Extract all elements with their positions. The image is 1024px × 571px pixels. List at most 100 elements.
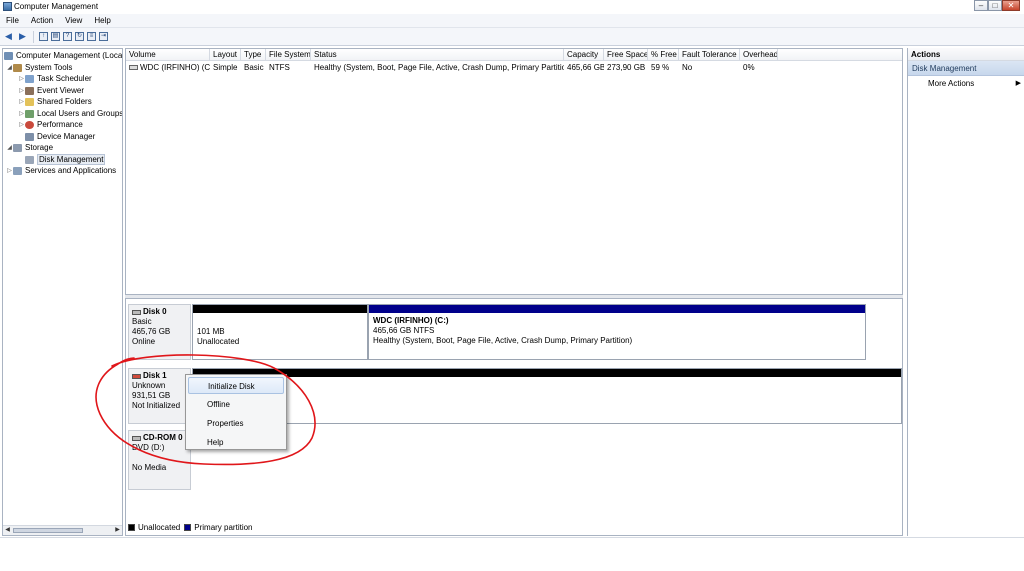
tree-label: System Tools xyxy=(25,63,73,72)
expand-icon[interactable]: ▷ xyxy=(18,121,25,128)
menu-item-help[interactable]: Help xyxy=(188,434,284,451)
tree-item-local-users[interactable]: ▷ Local Users and Groups xyxy=(18,108,122,119)
disk-0-type: Basic xyxy=(132,317,152,326)
context-menu: Initialize Disk Offline Properties Help xyxy=(185,374,287,450)
primary-bar xyxy=(369,305,865,313)
export-icon[interactable]: ⇥ xyxy=(99,32,108,41)
column-file-system[interactable]: File System xyxy=(266,49,311,61)
expand-icon[interactable]: ▷ xyxy=(18,98,25,105)
collapse-icon[interactable]: ◢ xyxy=(6,144,13,151)
forward-arrow-icon[interactable]: ▶ xyxy=(17,31,28,42)
column-free-space[interactable]: Free Space xyxy=(604,49,648,61)
cdrom-0-title: CD-ROM 0 xyxy=(132,433,187,443)
menu-action[interactable]: Action xyxy=(25,14,59,27)
toolbar-separator xyxy=(33,30,34,43)
cell-file-system: NTFS xyxy=(269,63,290,72)
menu-help[interactable]: Help xyxy=(88,14,116,27)
expand-icon[interactable]: ▷ xyxy=(18,110,25,117)
unallocated-label: Unallocated xyxy=(197,337,240,346)
cell-capacity: 465,66 GB xyxy=(567,63,604,72)
users-icon xyxy=(25,109,34,118)
disk-0-primary-partition[interactable]: WDC (IRFINHO) (C:) 465,66 GB NTFS Health… xyxy=(368,304,866,360)
help-icon[interactable]: ? xyxy=(63,32,72,41)
column-volume[interactable]: Volume xyxy=(126,49,210,61)
expand-icon[interactable]: ▷ xyxy=(6,167,13,174)
refresh-icon[interactable]: ↻ xyxy=(75,32,84,41)
tree-item-shared-folders[interactable]: ▷ Shared Folders xyxy=(18,96,92,107)
column-capacity[interactable]: Capacity xyxy=(564,49,604,61)
expand-icon[interactable]: ▷ xyxy=(18,87,25,94)
cdrom-0-type: DVD (D:) xyxy=(132,443,165,452)
cell-status: Healthy (System, Boot, Page File, Active… xyxy=(314,63,564,72)
back-arrow-icon[interactable]: ◀ xyxy=(3,31,14,42)
disk-1-info[interactable]: Disk 1 Unknown 931,51 GB Not Initialized xyxy=(128,368,191,424)
table-row[interactable]: WDC (IRFINHO) (C:) Simple Basic NTFS Hea… xyxy=(126,62,902,73)
unallocated-swatch xyxy=(128,524,135,532)
tree-item-storage[interactable]: ◢ Storage xyxy=(6,142,53,153)
partition-content: 101 MB Unallocated xyxy=(197,327,239,347)
disk-1-type: Unknown xyxy=(132,381,166,390)
tree-item-device-manager[interactable]: Device Manager xyxy=(25,131,95,142)
cell-type: Basic xyxy=(244,63,264,72)
menu-item-offline[interactable]: Offline xyxy=(188,396,284,413)
collapse-icon[interactable]: ◢ xyxy=(6,64,13,71)
menu-file[interactable]: File xyxy=(0,14,25,27)
dvd-drive-icon xyxy=(132,435,141,441)
legend-unallocated-label: Unallocated xyxy=(138,523,181,532)
unallocated-size: 101 MB xyxy=(197,327,225,336)
tree-item-computer-management[interactable]: Computer Management (Local xyxy=(4,50,123,61)
tree-horizontal-scrollbar[interactable]: ◀ ▶ xyxy=(3,525,122,535)
menu-item-properties[interactable]: Properties xyxy=(188,415,284,432)
cell-layout: Simple xyxy=(213,63,238,72)
scroll-left-icon[interactable]: ◀ xyxy=(3,526,12,535)
window-controls: – □ ✕ xyxy=(974,0,1020,12)
tree-item-event-viewer[interactable]: ▷ Event Viewer xyxy=(18,85,84,96)
column-percent-free[interactable]: % Free xyxy=(648,49,679,61)
expand-icon[interactable]: ▷ xyxy=(18,75,25,82)
tree-item-performance[interactable]: ▷ Performance xyxy=(18,119,83,130)
tree-label: Device Manager xyxy=(37,132,96,141)
menu-view[interactable]: View xyxy=(59,14,88,27)
show-hide-tree-icon[interactable]: ▤ xyxy=(51,32,60,41)
actions-pane: Actions Disk Management More Actions ▶ xyxy=(907,48,1024,536)
close-button[interactable]: ✕ xyxy=(1002,0,1020,11)
column-layout[interactable]: Layout xyxy=(210,49,241,61)
properties-icon[interactable]: ≡ xyxy=(87,32,96,41)
maximize-button[interactable]: □ xyxy=(988,0,1002,11)
tree-label: Computer Management (Local xyxy=(16,51,123,60)
partition-status: Healthy (System, Boot, Page File, Active… xyxy=(373,336,633,345)
storage-icon xyxy=(13,143,22,152)
cell-fault-tolerance: No xyxy=(682,63,693,72)
disk-0-info[interactable]: Disk 0 Basic 465,76 GB Online xyxy=(128,304,191,360)
scroll-right-icon[interactable]: ▶ xyxy=(113,526,122,535)
tree-item-services-applications[interactable]: ▷ Services and Applications xyxy=(6,165,116,176)
event-viewer-icon xyxy=(25,86,34,95)
cell-overhead: 0% xyxy=(743,63,755,72)
cdrom-0-info[interactable]: CD-ROM 0 DVD (D:) No Media xyxy=(128,430,191,490)
disk-1-unallocated-partition[interactable] xyxy=(192,368,902,424)
scroll-thumb[interactable] xyxy=(13,528,83,533)
column-type[interactable]: Type xyxy=(241,49,266,61)
tree-label: Storage xyxy=(25,143,54,152)
tree-item-task-scheduler[interactable]: ▷ Task Scheduler xyxy=(18,73,92,84)
up-folder-icon[interactable]: ↑ xyxy=(39,32,48,41)
actions-section-disk-management[interactable]: Disk Management xyxy=(908,61,1024,76)
disk-0-title: Disk 0 xyxy=(132,307,187,317)
disk-management-icon xyxy=(25,155,34,164)
column-fault-tolerance[interactable]: Fault Tolerance xyxy=(679,49,740,61)
cell-percent-free: 59 % xyxy=(651,63,670,72)
column-status[interactable]: Status xyxy=(311,49,564,61)
performance-icon xyxy=(25,120,34,129)
cdrom-0-state: No Media xyxy=(132,463,167,472)
minimize-button[interactable]: – xyxy=(974,0,988,11)
more-actions-item[interactable]: More Actions ▶ xyxy=(908,76,1024,91)
tree-item-disk-management[interactable]: Disk Management xyxy=(25,154,106,165)
column-overhead[interactable]: Overhead xyxy=(740,49,778,61)
menu-item-initialize-disk[interactable]: Initialize Disk xyxy=(188,377,284,394)
tree-item-system-tools[interactable]: ◢ System Tools xyxy=(6,62,72,73)
hard-disk-icon xyxy=(132,309,141,315)
partition-size: 465,66 GB NTFS xyxy=(373,326,435,335)
cdrom-0-name: CD-ROM 0 xyxy=(143,433,183,442)
disk-0-unallocated-partition[interactable]: 101 MB Unallocated xyxy=(192,304,368,360)
